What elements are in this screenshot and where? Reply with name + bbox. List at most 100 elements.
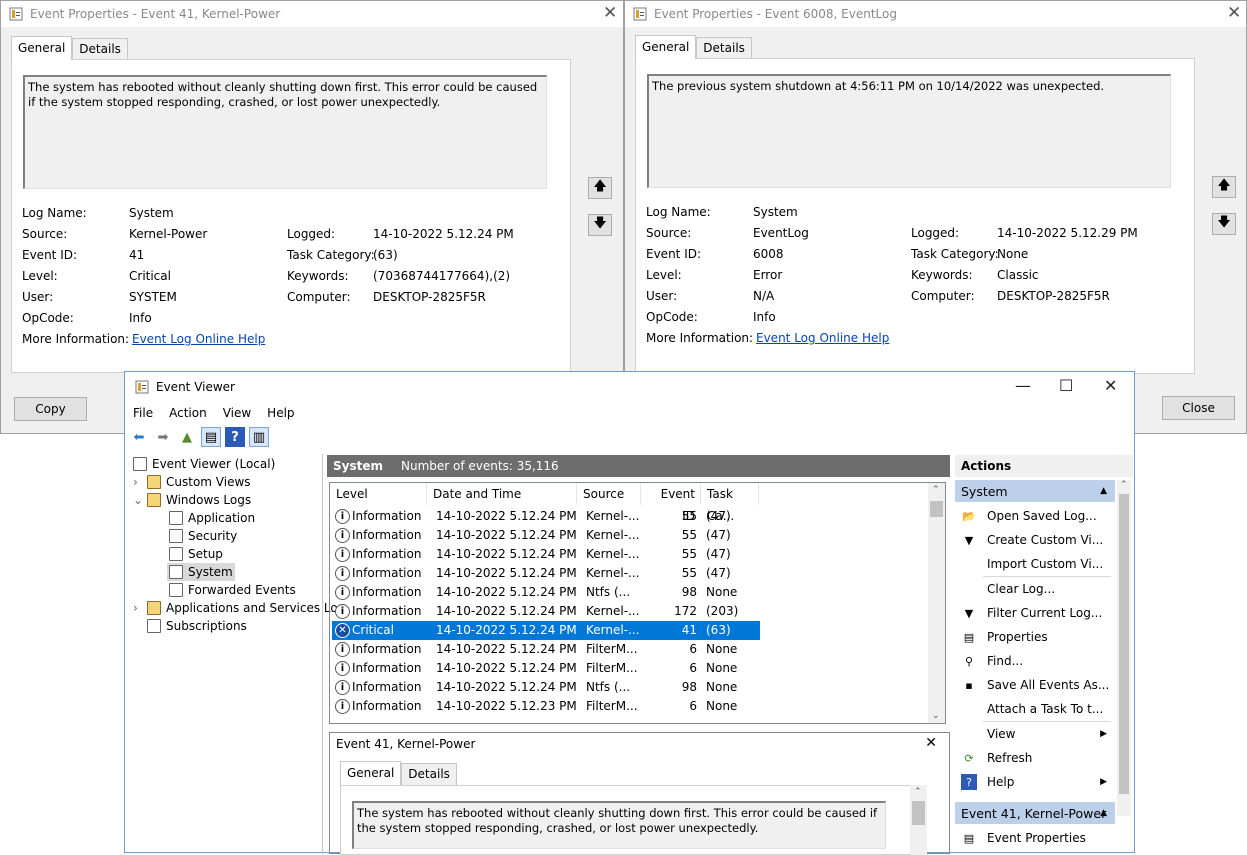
tree-node-root[interactable]: Event Viewer (Local) [133,455,275,473]
tab-general[interactable]: General [340,761,402,785]
tree-node-setup[interactable]: Setup [169,545,223,563]
close-button[interactable]: Close [1162,396,1235,420]
action-item[interactable]: ▪ Save All Events As... [955,673,1115,697]
show-hide-action-pane-icon[interactable]: ▥ [249,427,269,447]
online-help-link[interactable]: Event Log Online Help [132,332,265,346]
help-icon[interactable]: ? [225,427,245,447]
back-arrow-icon[interactable]: ⬅ [129,427,149,447]
cell-id: 55 [681,509,697,523]
tree-node-security[interactable]: Security [169,527,237,545]
cell-task: None [706,642,738,656]
table-row[interactable]: i Information 14-10-2022 5.12.24 PM Kernel-… [332,526,760,545]
scroll-down-icon[interactable]: ⌄ [932,711,940,721]
tab-details[interactable]: Details [72,38,128,60]
detail-scrollbar[interactable]: ⌃ [910,785,927,855]
menu-help[interactable]: Help [259,402,302,424]
close-icon[interactable]: ✕ [925,735,937,751]
cell-source: Kernel-... [586,509,640,523]
column-source[interactable]: Source [577,483,641,505]
action-item[interactable]: Attach a Task To t... [955,697,1115,721]
table-row[interactable]: i Information 14-10-2022 5.12.24 PM Kernel-… [332,602,760,621]
menu-view[interactable]: View [215,402,259,424]
column-level[interactable]: Level [330,483,427,505]
action-item[interactable]: View ▶ [955,722,1115,746]
table-row[interactable]: i Information 14-10-2022 5.12.24 PM Kernel-… [332,507,760,526]
scroll-up-icon[interactable]: ⌃ [932,485,940,495]
scroll-up-icon[interactable]: ⌃ [1120,480,1128,490]
tab-general[interactable]: General [11,36,73,60]
next-event-button[interactable]: 🡇 [588,214,612,236]
action-item[interactable]: 📂 Open Saved Log... [955,504,1115,528]
table-row[interactable]: i Information 14-10-2022 5.12.24 PM Ntfs (.… [332,678,760,697]
table-row[interactable]: i Information 14-10-2022 5.12.24 PM Ntfs (.… [332,583,760,602]
close-icon[interactable]: ✕ [603,3,617,23]
scroll-thumb[interactable] [912,801,925,825]
action-item[interactable]: Clear Log... [955,577,1115,601]
tree-node-application[interactable]: Application [169,509,255,527]
table-row[interactable]: ✕ Critical 14-10-2022 5.12.24 PM Kernel-...… [332,621,760,640]
tree-node-system[interactable]: System [167,563,235,581]
actions-scrollbar[interactable]: ⌃ [1117,480,1131,816]
tree-node-windows-logs[interactable]: ⌄ Windows Logs [133,491,251,509]
action-item[interactable]: ▤ Properties [955,625,1115,649]
menu-file[interactable]: File [125,402,161,424]
menu-action[interactable]: Action [161,402,215,424]
previous-event-button[interactable]: 🡅 [588,177,612,199]
column-event-id[interactable]: Event ID [641,483,701,523]
previous-event-button[interactable]: 🡅 [1212,176,1236,198]
action-item[interactable]: ? Help ▶ [955,770,1115,794]
chevron-down-icon[interactable]: ⌄ [133,493,147,507]
description-box[interactable]: The system has rebooted without cleanly … [23,75,547,189]
description-box[interactable]: The previous system shutdown at 4:56:11 … [647,74,1171,188]
tab-details[interactable]: Details [401,763,457,785]
action-item[interactable]: Import Custom Vi... [955,552,1115,576]
cell-date: 14-10-2022 5.12.24 PM [436,509,577,523]
minimize-icon[interactable]: — [1015,376,1031,395]
cell-level: Information [352,699,422,713]
tab-general[interactable]: General [635,35,697,59]
action-item[interactable]: ⚲ Find... [955,649,1115,673]
collapse-icon[interactable]: ▲ [1100,486,1107,496]
table-row[interactable]: i Information 14-10-2022 5.12.24 PM FilterM… [332,640,760,659]
show-hide-tree-icon[interactable]: ▤ [201,427,221,447]
action-item[interactable]: ⟳ Refresh [955,746,1115,770]
close-icon[interactable]: ✕ [1227,3,1241,23]
chevron-right-icon[interactable]: › [133,601,147,615]
up-folder-icon[interactable]: ▲ [177,427,197,447]
next-event-button[interactable]: 🡇 [1212,213,1236,235]
action-event-properties[interactable]: ▤ Event Properties [955,826,1115,850]
actions-section-system[interactable]: System ▲ [955,480,1115,502]
tree-node-apps-services[interactable]: › Applications and Services Lo [133,599,338,617]
tree-node-forwarded-events[interactable]: Forwarded Events [169,581,296,599]
action-item[interactable]: ▼ Filter Current Log... [955,601,1115,625]
chevron-right-icon[interactable]: › [133,475,147,489]
cell-source: Ntfs (... [586,585,631,599]
table-row[interactable]: i Information 14-10-2022 5.12.24 PM Kernel-… [332,564,760,583]
table-row[interactable]: i Information 14-10-2022 5.12.24 PM FilterM… [332,659,760,678]
tree-node-custom-views[interactable]: › Custom Views [133,473,251,491]
tree-label: Custom Views [166,475,251,489]
scroll-up-icon[interactable]: ⌃ [914,787,922,797]
forward-arrow-icon[interactable]: ➡ [153,427,173,447]
cell-source: FilterM... [586,642,638,656]
tree-node-subscriptions[interactable]: Subscriptions [147,617,247,635]
scroll-thumb[interactable] [930,501,943,517]
close-icon[interactable]: ✕ [1104,376,1117,395]
user-label: User: [22,290,54,304]
column-date[interactable]: Date and Time [427,483,577,505]
action-item[interactable]: ▼ Create Custom Vi... [955,528,1115,552]
copy-button[interactable]: Copy [14,397,87,421]
vertical-scrollbar[interactable]: ⌃ ⌄ [928,483,945,723]
action-label: Help [987,775,1015,789]
table-row[interactable]: i Information 14-10-2022 5.12.23 PM FilterM… [332,697,760,716]
tab-details[interactable]: Details [696,37,752,59]
actions-section-event[interactable]: Event 41, Kernel-Power ▲ [955,802,1115,824]
collapse-icon[interactable]: ▲ [1100,808,1107,818]
detail-description[interactable]: The system has rebooted without cleanly … [352,801,886,849]
column-task[interactable]: Task Ca... [701,483,759,523]
maximize-icon[interactable]: ☐ [1059,376,1073,395]
scroll-thumb[interactable] [1119,494,1129,794]
online-help-link[interactable]: Event Log Online Help [756,331,889,345]
tree-label: Event Viewer (Local) [152,457,276,471]
table-row[interactable]: i Information 14-10-2022 5.12.24 PM Kernel-… [332,545,760,564]
